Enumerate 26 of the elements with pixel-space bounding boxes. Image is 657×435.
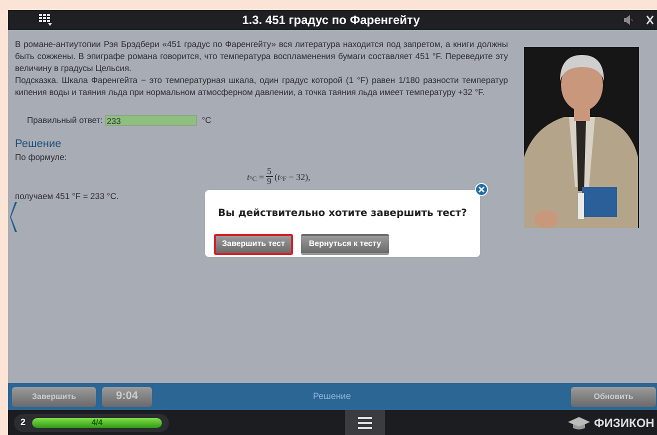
finish-button[interactable]: Завершить — [12, 386, 96, 406]
task-paragraph: В романе-антиутопии Рэя Брэдбери «451 градус по Фаренгейту» вся литература находится под запретом, а книги должны быть сожжены. В эпиграфе романа говорится, что температура воспламенения бумаги составляет 451 °F. Переведите эту величину в градусы Цельсия. — [15, 38, 508, 74]
question-number: 2 — [19, 416, 26, 429]
progress-fill: 4/4 — [32, 418, 162, 428]
grid-icon[interactable] — [38, 14, 52, 26]
unit-label: °C — [202, 114, 212, 126]
solution-heading: Решение — [15, 138, 62, 151]
logo-text: ФИЗИКОН — [594, 414, 654, 432]
refresh-button[interactable]: Обновить — [571, 386, 656, 406]
graduation-cap-icon — [568, 416, 590, 430]
dialog-question: Вы действительно хотите завершить тест? — [218, 207, 467, 221]
timer: 9:04 — [102, 386, 152, 406]
return-button[interactable]: Вернуться к тесту — [300, 234, 390, 254]
speaker-icon[interactable] — [623, 14, 633, 26]
answer-label: Правильный ответ: — [27, 114, 103, 126]
solution-tab[interactable]: Решение — [313, 390, 351, 404]
window-title: 1.3. 451 градус по Фаренгейту — [241, 12, 421, 29]
menu-icon — [358, 416, 372, 428]
finish-test-button[interactable]: Завершить тест — [214, 234, 293, 254]
task-paragraph: Подсказка. Шкала Фаренгейта − это температурная шкала, один градус которой (1 °F) равен 1/180 разности температур кипения воды и таяния льда при нормальном атмосферном давлении, а точка таяния льда имеет температуру +32 °F. — [15, 74, 508, 98]
close-icon[interactable] — [646, 15, 654, 25]
formula-intro: По формуле: — [15, 151, 68, 163]
menu-button[interactable] — [345, 410, 385, 435]
answer-field: 233 — [104, 114, 197, 126]
chevron-left-icon[interactable] — [10, 202, 18, 232]
result-text: получаем 451 °F = 233 °C. — [15, 190, 119, 202]
